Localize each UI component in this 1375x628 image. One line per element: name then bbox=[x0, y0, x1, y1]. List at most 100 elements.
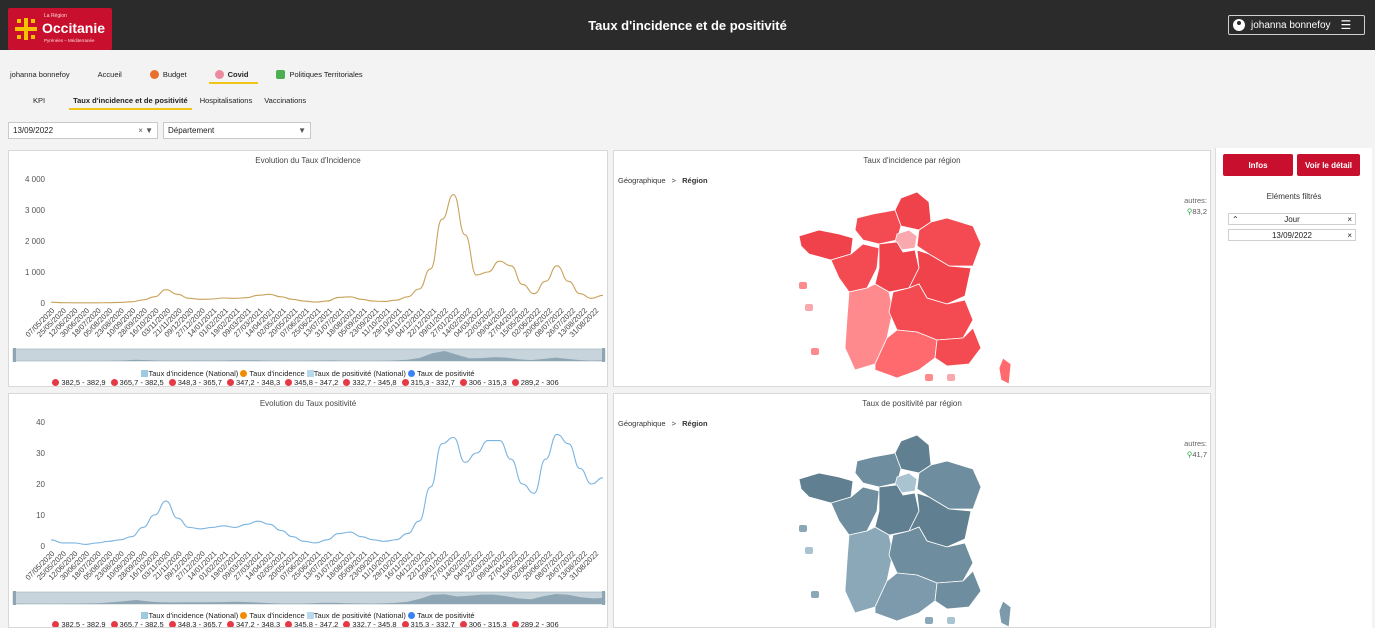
user-menu-button[interactable]: johanna bonnefoy ☰ bbox=[1228, 15, 1365, 35]
legend-range-item[interactable]: 306 - 315,3 bbox=[459, 378, 507, 386]
legend-range-item[interactable]: 365,7 - 382,5 bbox=[110, 378, 164, 386]
legend-range-item[interactable]: 289,2 - 306 bbox=[511, 620, 559, 627]
departement-filter[interactable]: Département ▼ bbox=[163, 122, 311, 139]
navigator-handle-left[interactable] bbox=[13, 591, 16, 605]
legend-range-item[interactable]: 332,7 - 345,8 bbox=[343, 378, 397, 386]
legend-item[interactable]: Taux d'incidence (National) bbox=[148, 369, 238, 378]
region-martinique[interactable] bbox=[805, 547, 813, 554]
breadcrumb[interactable]: Géographique > Région bbox=[618, 419, 708, 428]
close-icon[interactable]: × bbox=[1347, 230, 1352, 241]
legend-item[interactable]: Taux de positivité (National) bbox=[314, 611, 406, 620]
region-reunion[interactable] bbox=[947, 617, 955, 624]
legend-range-item[interactable]: 345,8 - 347,2 bbox=[285, 378, 338, 386]
close-icon[interactable]: × bbox=[1347, 214, 1352, 225]
hamburger-icon[interactable]: ☰ bbox=[1341, 19, 1352, 31]
legend-circle-icon bbox=[407, 612, 415, 619]
france-map[interactable] bbox=[797, 431, 1037, 628]
tab-hospitalisations[interactable]: Hospitalisations bbox=[200, 96, 253, 105]
autres-value: autres: ⚲41,7 bbox=[1184, 439, 1207, 459]
region-guadeloupe[interactable] bbox=[799, 525, 807, 532]
legend-item[interactable]: Taux d'incidence (National) bbox=[148, 611, 238, 620]
region-mayotte[interactable] bbox=[925, 617, 933, 624]
legend-range-item[interactable]: 382,5 - 382,9 bbox=[52, 620, 106, 627]
tab-kpi[interactable]: KPI bbox=[33, 96, 45, 105]
legend-range-item[interactable]: 347,2 - 348,3 bbox=[226, 378, 280, 386]
incidence-line-chart[interactable]: 01 0002 0003 0004 00007/05/202025/05/202… bbox=[9, 151, 608, 387]
region-corse[interactable] bbox=[998, 600, 1012, 627]
region-martinique[interactable] bbox=[805, 304, 813, 311]
region-mayotte[interactable] bbox=[925, 374, 933, 381]
covid-icon bbox=[214, 69, 224, 79]
top-bar: La Région Occitanie Pyrénées – Méditerra… bbox=[0, 0, 1375, 50]
legend-range-item[interactable]: 306 - 315,3 bbox=[459, 620, 507, 627]
region-guadeloupe[interactable] bbox=[799, 282, 807, 289]
navigator-handle-left[interactable] bbox=[13, 348, 16, 362]
region-guyane[interactable] bbox=[811, 348, 819, 355]
region-logo[interactable]: La Région Occitanie Pyrénées – Méditerra… bbox=[8, 8, 112, 50]
legend-item[interactable]: Taux d'incidence bbox=[249, 611, 304, 620]
incidence-map-panel: Taux d'incidence par région Géographique… bbox=[613, 150, 1211, 387]
legend-circle-icon bbox=[226, 621, 234, 627]
legend-range-item[interactable]: 289,2 - 306 bbox=[511, 378, 559, 386]
logo-sub-text: Pyrénées – Méditerranée bbox=[44, 38, 95, 43]
legend-range-item[interactable]: 365,7 - 382,5 bbox=[110, 620, 164, 627]
legend-ranges-row: 382,5 - 382,9 365,7 - 382,5 348,3 - 365,7 3… bbox=[9, 620, 607, 627]
series-line[interactable] bbox=[50, 193, 604, 304]
navigator-handle-right[interactable] bbox=[602, 591, 605, 605]
tab-vaccinations[interactable]: Vaccinations bbox=[264, 96, 306, 105]
voir-detail-button[interactable]: Voir le détail bbox=[1297, 154, 1360, 176]
legend-circle-icon bbox=[285, 379, 293, 386]
nav-item-covid[interactable]: Covid bbox=[208, 67, 259, 84]
legend-range-item[interactable]: 315,3 - 332,7 bbox=[401, 378, 455, 386]
breadcrumb[interactable]: Géographique > Région bbox=[618, 176, 708, 185]
main-nav: johanna bonnefoy Accueil Budget Covid Po… bbox=[10, 67, 391, 84]
legend-item[interactable]: Taux de positivité (National) bbox=[314, 369, 406, 378]
app-title: Taux d'incidence et de positivité bbox=[588, 18, 787, 33]
legend-range-item[interactable]: 382,5 - 382,9 bbox=[52, 378, 106, 386]
breadcrumb-root[interactable]: Géographique bbox=[618, 419, 666, 428]
legend-circle-icon bbox=[240, 370, 248, 377]
region-reunion[interactable] bbox=[947, 374, 955, 381]
chevron-up-icon[interactable]: ⌃ bbox=[1232, 214, 1239, 225]
infos-button[interactable]: Infos bbox=[1223, 154, 1293, 176]
date-clear-dropdown-icon[interactable]: × ▼ bbox=[138, 126, 153, 135]
date-filter[interactable]: 13/09/2022 × ▼ bbox=[8, 122, 158, 139]
filter-chip-value[interactable]: 13/09/2022 × bbox=[1228, 229, 1356, 241]
filter-chip-jour[interactable]: ⌃ Jour × bbox=[1228, 213, 1356, 225]
breadcrumb-level: Région bbox=[682, 176, 708, 185]
logo-name: Occitanie bbox=[42, 20, 106, 36]
legend-circle-icon bbox=[407, 370, 415, 377]
legend-range-item[interactable]: 348,3 - 365,7 bbox=[168, 378, 222, 386]
legend-square-icon bbox=[306, 370, 314, 377]
leaf-icon bbox=[276, 69, 286, 79]
legend-range-item[interactable]: 332,7 - 345,8 bbox=[343, 620, 397, 627]
legend-range-item[interactable]: 345,8 - 347,2 bbox=[285, 620, 338, 627]
user-name: johanna bonnefoy bbox=[1251, 19, 1331, 31]
nav-item-accueil[interactable]: Accueil bbox=[98, 67, 122, 81]
legend-item[interactable]: Taux d'incidence bbox=[249, 369, 304, 378]
series-line[interactable] bbox=[50, 433, 604, 545]
tab-taux-incidence[interactable]: Taux d'incidence et de positivité bbox=[69, 96, 192, 110]
y-tick-label: 1 000 bbox=[25, 268, 46, 277]
nav-item-budget[interactable]: Budget bbox=[149, 67, 187, 81]
legend-range-item[interactable]: 347,2 - 348,3 bbox=[226, 620, 280, 627]
positivite-map-panel: Taux de positivité par région Géographiq… bbox=[613, 393, 1211, 628]
chevron-down-icon[interactable]: ▼ bbox=[298, 126, 306, 135]
region-corse[interactable] bbox=[998, 357, 1012, 385]
legend-item[interactable]: Taux de positivité bbox=[417, 611, 475, 620]
legend-range-item[interactable]: 348,3 - 365,7 bbox=[168, 620, 222, 627]
nav-item-politiques[interactable]: Politiques Territoriales bbox=[276, 67, 363, 81]
breadcrumb-root[interactable]: Géographique bbox=[618, 176, 666, 185]
region-guyane[interactable] bbox=[811, 591, 819, 598]
region-normandie[interactable] bbox=[854, 452, 902, 488]
legend-series-row: Taux d'incidence (National) Taux d'incid… bbox=[9, 611, 607, 620]
region-normandie[interactable] bbox=[854, 209, 902, 245]
france-map[interactable] bbox=[797, 188, 1037, 387]
positivite-line-chart[interactable]: 01020304007/05/202025/05/202012/06/20203… bbox=[9, 394, 608, 628]
legend-range-item[interactable]: 315,3 - 332,7 bbox=[401, 620, 455, 627]
legend-circle-icon bbox=[52, 379, 60, 386]
legend-item[interactable]: Taux de positivité bbox=[417, 369, 475, 378]
filter-chip-label: Jour bbox=[1284, 215, 1300, 224]
y-tick-label: 3 000 bbox=[25, 206, 46, 215]
navigator-handle-right[interactable] bbox=[602, 348, 605, 362]
